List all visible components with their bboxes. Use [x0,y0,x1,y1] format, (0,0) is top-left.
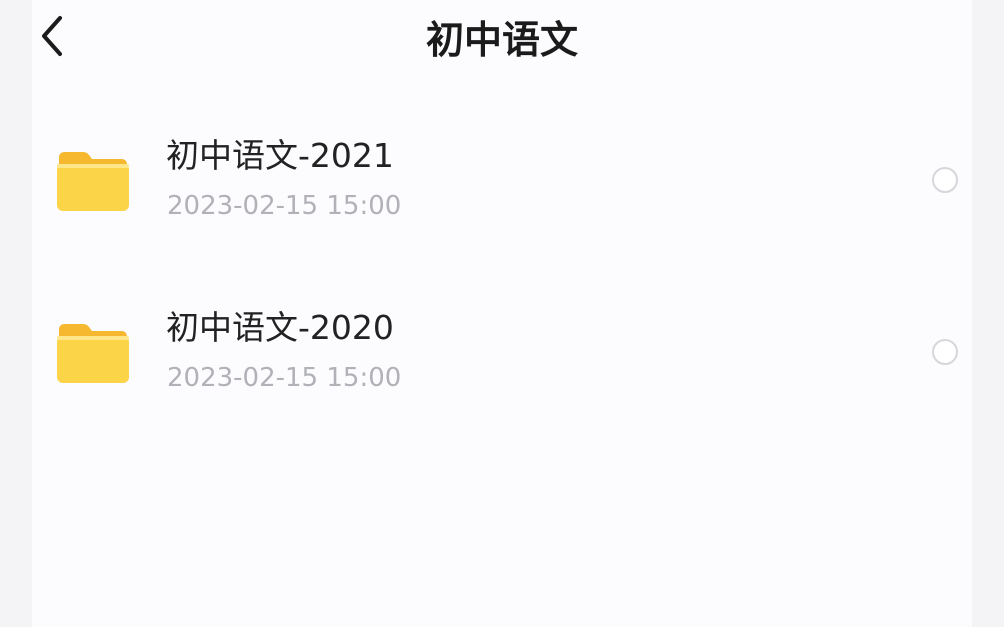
select-radio[interactable] [932,339,958,365]
folder-name: 初中语文-2020 [166,308,394,347]
folder-date: 2023-02-15 15:00 [167,363,402,393]
screen: 初中语文 初中语文-2021 2023-02-15 15:00 初中语文-202… [0,0,1004,627]
page-title: 初中语文 [425,18,578,62]
select-radio[interactable] [932,167,958,193]
folder-date: 2023-02-15 15:00 [167,191,402,221]
folder-list: 初中语文-2021 2023-02-15 15:00 初中语文-2020 202… [0,120,1004,464]
folder-icon [57,324,129,383]
navigation-bar: 初中语文 [0,0,1004,86]
folder-name: 初中语文-2021 [166,136,394,175]
folder-row[interactable]: 初中语文-2021 2023-02-15 15:00 [0,120,1004,292]
folder-row[interactable]: 初中语文-2020 2023-02-15 15:00 [0,292,1004,464]
folder-icon [57,152,129,211]
